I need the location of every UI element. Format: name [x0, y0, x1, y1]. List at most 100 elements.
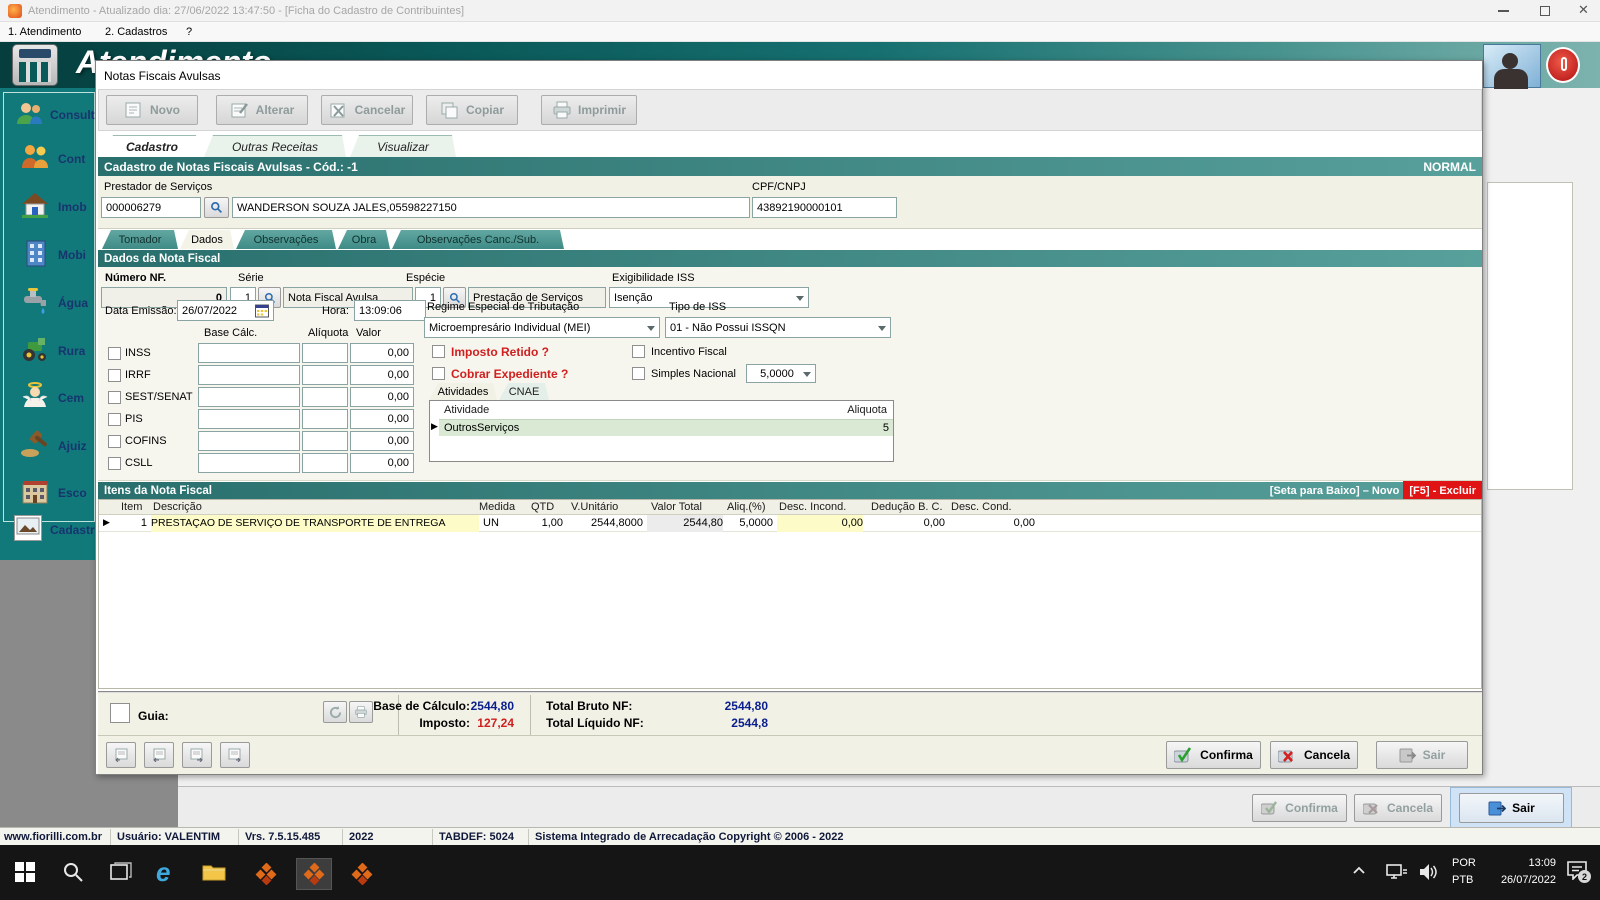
calendar-icon[interactable] [255, 304, 269, 318]
cofins-checkbox[interactable] [108, 435, 121, 448]
notification-center-icon[interactable]: 2 [1566, 860, 1591, 883]
irrf-valor-field[interactable]: 0,00 [350, 365, 414, 385]
tipo-iss-select[interactable]: 01 - Não Possui ISSQN [665, 317, 891, 338]
sidebar-item-esco[interactable]: Esco [18, 474, 98, 514]
novo-button[interactable]: Novo [106, 95, 198, 125]
network-icon[interactable] [1386, 864, 1408, 880]
cofins-base-field[interactable] [198, 431, 300, 451]
maximize-button[interactable] [1540, 6, 1550, 16]
item-row[interactable]: ▶ 1 PRESTAÇAO DE SERVIÇO DE TRANSPORTE D… [99, 515, 1481, 532]
tab-outras-receitas[interactable]: Outras Receitas [204, 135, 346, 157]
tab-dados[interactable]: Dados [180, 230, 234, 249]
csll-valor-field[interactable]: 0,00 [350, 453, 414, 473]
tray-language-top[interactable]: POR [1452, 857, 1476, 869]
prestador-code-field[interactable]: 000006279 [101, 197, 201, 218]
sidebar-item-consulta[interactable]: Consulta [10, 98, 101, 132]
taskbar-search-icon[interactable] [62, 861, 84, 883]
simples-nacional-checkbox[interactable] [632, 367, 645, 380]
inss-base-field[interactable] [198, 343, 300, 363]
irrf-checkbox[interactable] [108, 369, 121, 382]
cpf-field[interactable]: 43892190000101 [752, 197, 897, 218]
speaker-icon[interactable] [1418, 863, 1438, 881]
minimize-button[interactable] [1498, 10, 1509, 12]
sidebar-item-rura[interactable]: Rura [18, 332, 98, 372]
incentivo-fiscal-checkbox[interactable] [632, 345, 645, 358]
data-emissao-field[interactable]: 26/07/2022 [177, 300, 274, 321]
pis-checkbox[interactable] [108, 413, 121, 426]
background-sair-button[interactable]: Sair [1459, 793, 1564, 823]
sidebar-item-ajuiz[interactable]: Ajuiz [18, 427, 98, 467]
imposto-retido-checkbox[interactable] [432, 345, 445, 358]
pis-base-field[interactable] [198, 409, 300, 429]
nav-next-button[interactable] [182, 742, 212, 768]
background-cancela-button[interactable]: Cancela [1354, 794, 1442, 822]
alterar-button[interactable]: Alterar [216, 95, 308, 125]
fiorilli-app-icon-2[interactable] [296, 858, 332, 890]
sest-aliquota-field[interactable] [302, 387, 348, 407]
pis-valor-field[interactable]: 0,00 [350, 409, 414, 429]
inss-checkbox[interactable] [108, 347, 121, 360]
sidebar-item-cadastr[interactable]: Cadastr [14, 515, 100, 551]
pis-aliquota-field[interactable] [302, 409, 348, 429]
atividade-row[interactable]: OutrosServiços 5 [439, 419, 893, 436]
tab-obra[interactable]: Obra [338, 230, 390, 249]
sidebar-item-mobi[interactable]: Mobi [18, 236, 98, 276]
cancela-button[interactable]: Cancela [1270, 741, 1358, 769]
hora-field[interactable]: 13:09:06 [354, 300, 426, 321]
copy-icon [440, 101, 460, 119]
imprimir-button[interactable]: Imprimir [541, 95, 637, 125]
menu-help[interactable]: ? [186, 26, 192, 38]
tray-chevron-up-icon[interactable] [1352, 865, 1366, 875]
close-button[interactable]: ✕ [1578, 2, 1589, 18]
tab-visualizar[interactable]: Visualizar [350, 135, 456, 157]
tray-clock-time[interactable]: 13:09 [1492, 857, 1556, 869]
tab-observacoes[interactable]: Observações [236, 230, 336, 249]
sidebar-item-cont[interactable]: Cont [18, 140, 98, 180]
nav-prev-button[interactable] [144, 742, 174, 768]
menu-atendimento[interactable]: 1. Atendimento [8, 26, 81, 38]
cofins-valor-field[interactable]: 0,00 [350, 431, 414, 451]
sidebar-item-label: Cont [58, 152, 86, 166]
tab-atividades[interactable]: Atividades [429, 383, 497, 400]
tray-clock-date[interactable]: 26/07/2022 [1492, 874, 1556, 886]
power-button[interactable] [1546, 47, 1580, 83]
sest-base-field[interactable] [198, 387, 300, 407]
sest-valor-field[interactable]: 0,00 [350, 387, 414, 407]
background-confirma-button[interactable]: Confirma [1252, 794, 1347, 822]
sidebar-item-agua[interactable]: Água [18, 284, 98, 324]
csll-aliquota-field[interactable] [302, 453, 348, 473]
cancelar-button[interactable]: Cancelar [321, 95, 413, 125]
inss-valor-field[interactable]: 0,00 [350, 343, 414, 363]
sest-checkbox[interactable] [108, 391, 121, 404]
sidebar-item-cem[interactable]: Cem [18, 379, 98, 419]
task-view-icon[interactable] [110, 862, 132, 882]
nav-last-button[interactable] [220, 742, 250, 768]
sair-button[interactable]: Sair [1376, 741, 1468, 769]
prestador-search-button[interactable] [204, 197, 229, 218]
cofins-aliquota-field[interactable] [302, 431, 348, 451]
edge-icon[interactable]: e [156, 857, 170, 888]
confirma-button[interactable]: Confirma [1166, 741, 1261, 769]
cobrar-expediente-checkbox[interactable] [432, 367, 445, 380]
tab-tomador[interactable]: Tomador [102, 230, 178, 249]
sidebar-item-imob[interactable]: Imob [18, 188, 98, 228]
guia-checkbox[interactable] [110, 703, 130, 723]
menu-cadastros[interactable]: 2. Cadastros [105, 26, 167, 38]
tray-language-bottom[interactable]: PTB [1452, 874, 1473, 886]
csll-base-field[interactable] [198, 453, 300, 473]
file-explorer-icon[interactable] [202, 863, 226, 882]
nav-first-button[interactable] [106, 742, 136, 768]
fiorilli-app-icon-3[interactable] [346, 860, 378, 888]
inss-aliquota-field[interactable] [302, 343, 348, 363]
tab-observacoes-canc[interactable]: Observações Canc./Sub. [392, 230, 564, 249]
irrf-aliquota-field[interactable] [302, 365, 348, 385]
irrf-base-field[interactable] [198, 365, 300, 385]
simples-aliquota-select[interactable]: 5,0000 [746, 364, 816, 383]
copiar-button[interactable]: Copiar [426, 95, 518, 125]
fiorilli-app-icon-1[interactable] [250, 860, 282, 888]
start-button[interactable] [14, 861, 36, 883]
regime-select[interactable]: Microempresário Individual (MEI) [424, 317, 660, 338]
tab-cadastro[interactable]: Cadastro [104, 135, 200, 157]
prestador-name-field[interactable]: WANDERSON SOUZA JALES,05598227150 [232, 197, 750, 218]
csll-checkbox[interactable] [108, 457, 121, 470]
